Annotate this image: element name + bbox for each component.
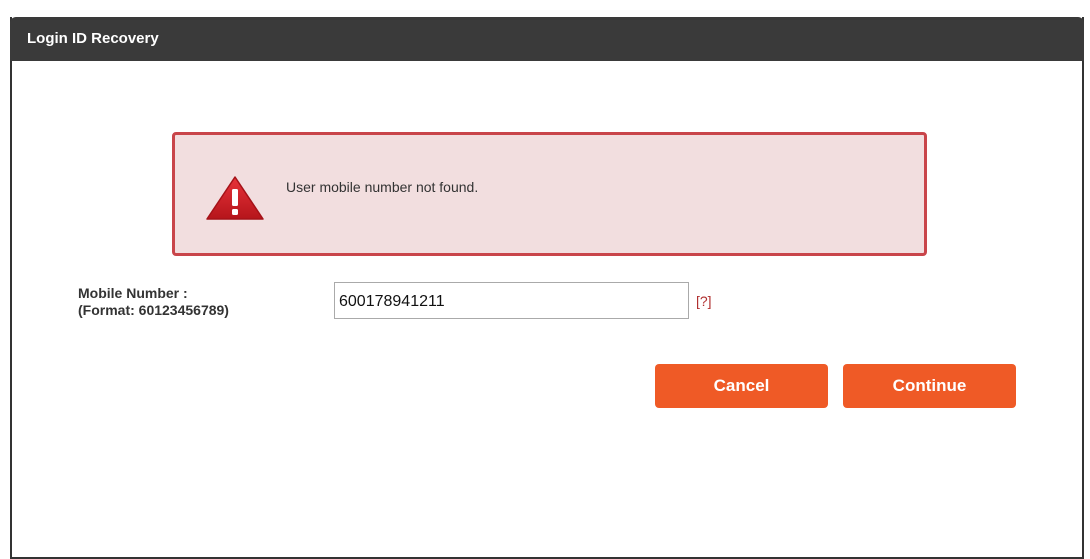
mobile-number-label-text: Mobile Number :	[78, 285, 188, 301]
cancel-button[interactable]: Cancel	[655, 364, 828, 408]
help-link[interactable]: [?]	[696, 293, 712, 309]
panel-header: Login ID Recovery	[10, 17, 1084, 61]
panel-title: Login ID Recovery	[27, 30, 159, 47]
mobile-number-format-hint: (Format: 60123456789)	[78, 302, 229, 318]
continue-button[interactable]: Continue	[843, 364, 1016, 408]
alert-message: User mobile number not found.	[286, 179, 479, 195]
mobile-number-input[interactable]	[334, 282, 689, 319]
warning-triangle-icon	[206, 176, 264, 220]
error-alert: User mobile number not found.	[172, 132, 927, 256]
mobile-number-label: Mobile Number : (Format: 60123456789)	[78, 285, 229, 319]
